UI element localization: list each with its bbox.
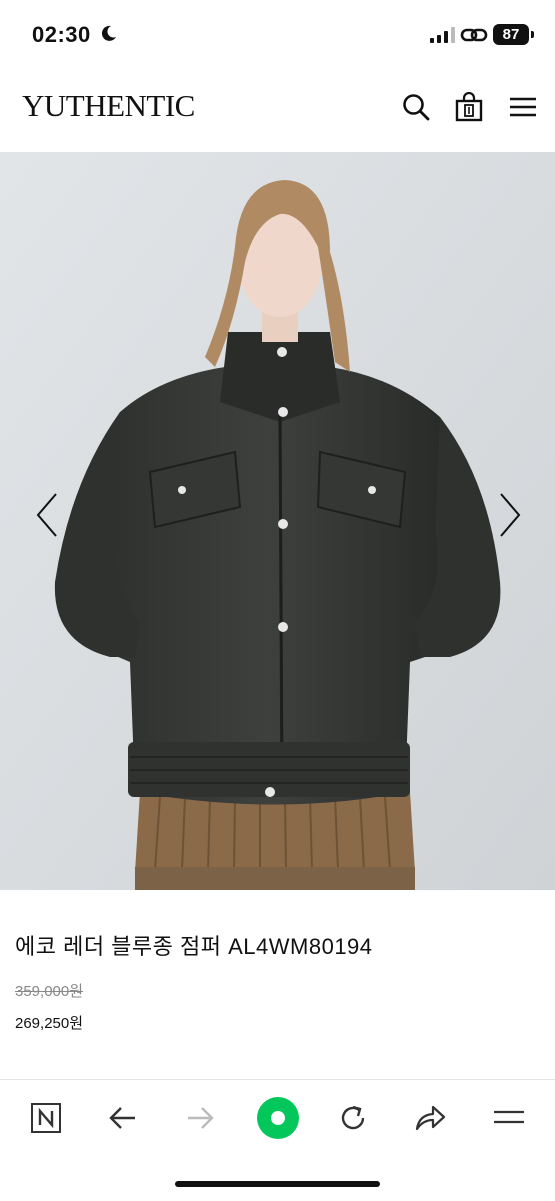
- signal-icon: [430, 27, 455, 43]
- menu-icon: [494, 1110, 524, 1124]
- battery-indicator: 87: [493, 24, 529, 45]
- back-button[interactable]: [103, 1098, 143, 1138]
- shopping-bag-icon[interactable]: [454, 92, 484, 122]
- share-button[interactable]: [410, 1098, 450, 1138]
- product-title: 에코 레더 블루종 점퍼 AL4WM80194: [15, 934, 373, 959]
- search-icon[interactable]: [401, 92, 431, 122]
- hotspot-link-icon: [460, 28, 488, 42]
- site-header: YUTHENTIC: [0, 70, 555, 152]
- carousel-next-icon[interactable]: [497, 490, 523, 540]
- home-indicator: [175, 1181, 380, 1187]
- forward-arrow-icon: [188, 1107, 214, 1129]
- product-image-carousel[interactable]: [0, 152, 555, 890]
- reload-button[interactable]: [333, 1098, 373, 1138]
- original-price: 359,000원: [15, 983, 84, 1000]
- carousel-prev-icon[interactable]: [34, 490, 60, 540]
- green-circle-icon: [257, 1097, 299, 1139]
- battery-tip: [531, 31, 534, 38]
- naver-home-icon: [31, 1103, 61, 1133]
- back-arrow-icon: [109, 1107, 135, 1129]
- status-time: 02:30: [32, 22, 91, 47]
- browser-menu-button[interactable]: [489, 1098, 529, 1138]
- green-action-button[interactable]: [255, 1095, 301, 1141]
- status-bar: 02:30 87: [0, 0, 555, 70]
- site-logo[interactable]: YUTHENTIC: [22, 88, 195, 124]
- forward-button[interactable]: [180, 1098, 220, 1138]
- share-icon: [415, 1105, 446, 1131]
- menu-icon[interactable]: [508, 92, 538, 122]
- naver-home-button[interactable]: [26, 1098, 66, 1138]
- reload-icon: [341, 1105, 365, 1130]
- sale-price: 269,250원: [15, 1015, 84, 1032]
- moon-icon: [101, 25, 116, 41]
- product-photo: [0, 152, 555, 890]
